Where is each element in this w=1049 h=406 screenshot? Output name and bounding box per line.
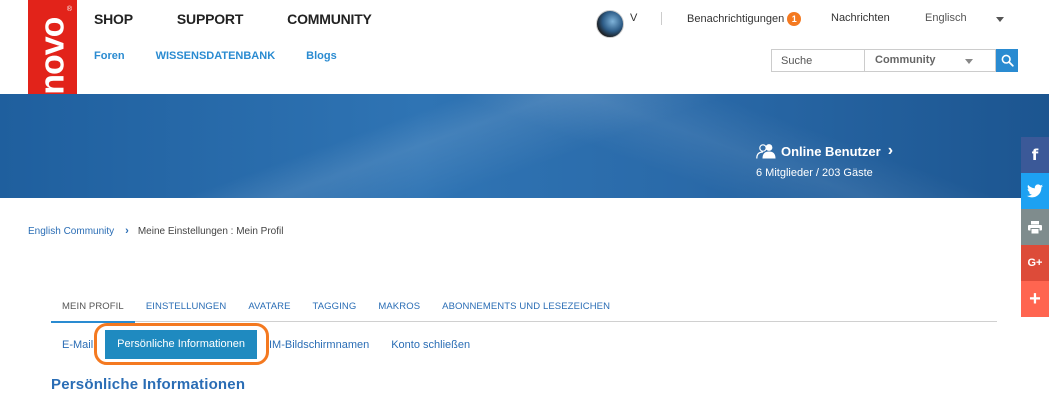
nav-support[interactable]: SUPPORT — [177, 11, 243, 27]
search-input[interactable] — [772, 50, 865, 71]
nav-shop[interactable]: SHOP — [94, 11, 133, 27]
search-scope-label: Community — [875, 54, 936, 66]
facebook-icon[interactable]: f — [1021, 137, 1049, 173]
sub-nav: Foren WISSENSDATENBANK Blogs — [94, 50, 368, 62]
tab-makros[interactable]: MAKROS — [367, 296, 431, 322]
search-bar: Community — [771, 49, 996, 72]
share-plus-icon[interactable]: + — [1021, 281, 1049, 317]
search-icon — [1001, 54, 1014, 67]
subtab-email[interactable]: E-Mail — [51, 339, 104, 351]
social-share-bar: f G+ + — [1021, 137, 1049, 317]
google-plus-icon[interactable]: G+ — [1021, 245, 1049, 281]
chevron-down-icon[interactable] — [996, 17, 1004, 22]
messages-link[interactable]: Nachrichten — [831, 12, 890, 24]
subtab-konto-schliessen[interactable]: Konto schließen — [380, 339, 481, 351]
breadcrumb-current: Meine Einstellungen : Mein Profil — [137, 225, 284, 237]
online-users-counts: 6 Mitglieder / 203 Gäste — [756, 167, 873, 179]
print-icon[interactable] — [1021, 209, 1049, 245]
language-select[interactable]: Englisch — [925, 12, 967, 24]
tab-abonnements[interactable]: ABONNEMENTS UND LESEZEICHEN — [431, 296, 621, 322]
chevron-right-icon: › — [887, 142, 894, 159]
divider — [661, 12, 662, 25]
registered-mark: ® — [66, 6, 72, 13]
notifications-label: Benachrichtigungen — [687, 13, 785, 25]
notifications-badge: 1 — [787, 12, 802, 26]
subnav-blogs[interactable]: Blogs — [306, 50, 337, 62]
section-title: Persönliche Informationen — [51, 376, 246, 393]
breadcrumb: English Community › Meine Einstellungen … — [28, 225, 283, 237]
notifications-link[interactable]: Benachrichtigungen 1 — [687, 12, 802, 26]
chevron-right-icon: › — [125, 225, 129, 237]
online-users-title: Online Benutzer — [781, 143, 881, 159]
tab-einstellungen[interactable]: EINSTELLUNGEN — [135, 296, 238, 322]
main-nav: SHOP SUPPORT COMMUNITY — [94, 11, 416, 27]
tab-avatare[interactable]: AVATARE — [237, 296, 301, 322]
chevron-down-icon — [965, 59, 973, 64]
profile-subtabs: E-Mail Persönliche Informationen IM-Bild… — [51, 330, 481, 359]
nav-community[interactable]: COMMUNITY — [287, 11, 372, 27]
tab-tagging[interactable]: TAGGING — [302, 296, 368, 322]
subnav-wissensdatenbank[interactable]: WISSENSDATENBANK — [156, 50, 276, 62]
username[interactable]: V — [630, 12, 637, 24]
users-icon — [756, 144, 776, 159]
online-users-link[interactable]: Online Benutzer › — [756, 142, 893, 160]
tab-mein-profil[interactable]: MEIN PROFIL — [51, 296, 135, 323]
search-button[interactable] — [996, 49, 1018, 72]
search-scope-select[interactable]: Community — [865, 50, 995, 71]
profile-tabs: MEIN PROFIL EINSTELLUNGEN AVATARE TAGGIN… — [51, 296, 997, 323]
subnav-foren[interactable]: Foren — [94, 50, 125, 62]
breadcrumb-root[interactable]: English Community — [28, 226, 114, 237]
subtab-im-bildschirmnamen[interactable]: IM-Bildschirmnamen — [258, 339, 380, 351]
twitter-icon[interactable] — [1021, 173, 1049, 209]
subtab-persoenliche-informationen[interactable]: Persönliche Informationen — [105, 330, 257, 359]
user-avatar[interactable] — [596, 10, 624, 38]
